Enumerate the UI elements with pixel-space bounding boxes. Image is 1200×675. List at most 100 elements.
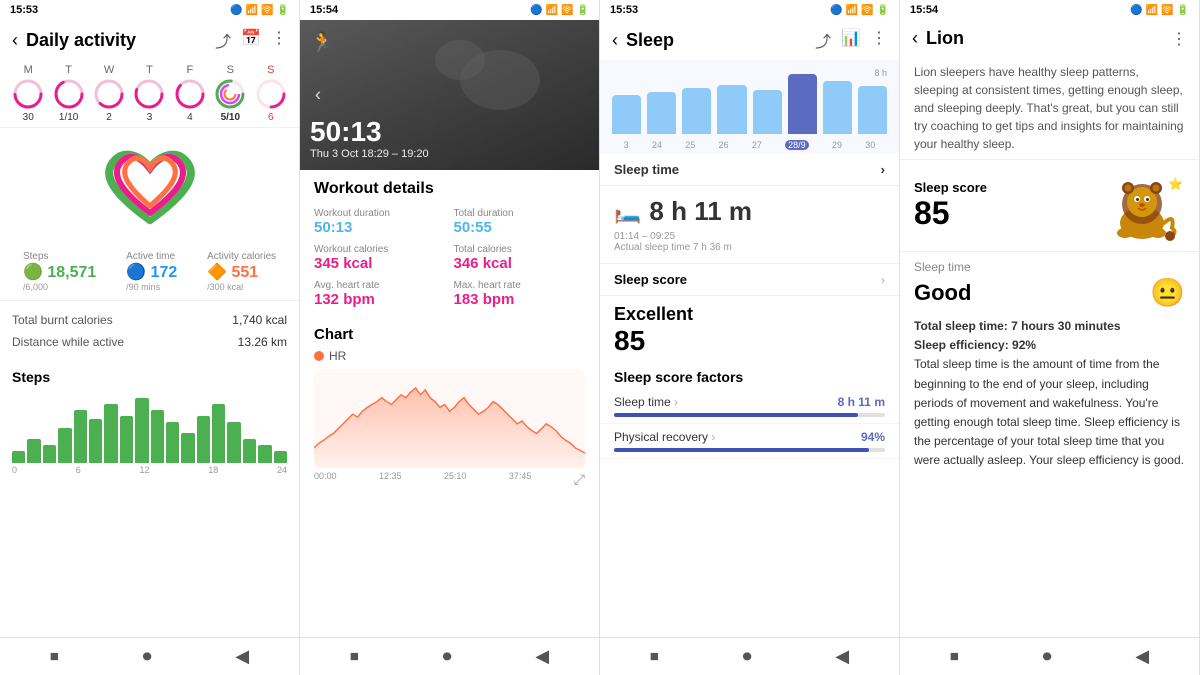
sleep-time-progress <box>614 413 885 417</box>
prev-workout[interactable]: ‹ <box>315 85 321 106</box>
bottom-nav-2: ⏹ ⏺ ◀ <box>300 637 599 675</box>
workout-datetime: Thu 3 Oct 18:29 – 19:20 <box>310 148 429 160</box>
sleep-bar-item[interactable] <box>823 81 852 134</box>
lion-description: Lion sleepers have healthy sleep pattern… <box>900 57 1199 159</box>
sleep-bar-item[interactable] <box>612 95 641 134</box>
battery-icon-4: 🔋 <box>1177 5 1189 16</box>
detail-total-calories: Total calories 346 kcal <box>454 244 586 272</box>
wifi-icon-3: 🛜 <box>861 5 873 16</box>
back-button-3[interactable]: ‹ <box>612 30 618 51</box>
sleep-bar-item[interactable] <box>682 88 711 134</box>
detail-avg-hr: Avg. heart rate 132 bpm <box>314 280 446 308</box>
home-button-2[interactable]: ⏺ <box>443 646 452 667</box>
stat-calories: Activity calories 🔶 551 /300 kcal <box>207 251 276 292</box>
chart-x-labels: 0 6 12 18 24 <box>12 463 287 475</box>
sleep-score-arrow: › <box>881 273 885 287</box>
steps-bar <box>12 451 25 463</box>
day-wed[interactable]: W 2 <box>93 64 125 123</box>
day-fri[interactable]: F 4 <box>174 64 206 123</box>
home-button-1[interactable]: ⏺ <box>143 646 152 667</box>
page-title-4: Lion <box>926 28 1163 49</box>
sleep-time-value-4: Good 😐 <box>914 276 1185 309</box>
next-workout[interactable]: › <box>598 85 599 106</box>
day-sun[interactable]: S 6 <box>255 64 287 123</box>
day-tue[interactable]: T 1/10 <box>53 64 85 123</box>
sleep-time-label-4: Sleep time <box>914 260 1185 274</box>
sleep-bar <box>612 95 641 134</box>
hr-chart-svg <box>314 369 585 469</box>
more-icon-3[interactable]: ⋮ <box>871 28 887 52</box>
share-icon[interactable]: ⤴ <box>215 28 231 52</box>
more-icon-4[interactable]: ⋮ <box>1171 29 1187 49</box>
stat-active-time: Active time 🔵 172 /90 mins <box>126 251 177 292</box>
status-time-3: 15:53 <box>610 4 638 16</box>
stop-button-2[interactable]: ⏹ <box>350 646 359 667</box>
sleep-8h-label: 8 h <box>874 68 887 78</box>
back-nav-3[interactable]: ◀ <box>835 646 849 667</box>
workout-run-icon: 🏃 <box>310 30 335 55</box>
workout-duration-display: 50:13 <box>310 116 429 148</box>
sleep-bar-item[interactable] <box>647 92 676 134</box>
day-monday[interactable]: M 30 <box>12 64 44 123</box>
stat-steps: Steps 🟢 18,571 /6,000 <box>23 251 96 292</box>
back-nav-2[interactable]: ◀ <box>535 646 549 667</box>
sleep-time-button[interactable]: Sleep time › <box>600 154 899 186</box>
back-nav-4[interactable]: ◀ <box>1135 646 1149 667</box>
steps-bar <box>166 422 179 463</box>
day-ring-monday <box>12 78 44 110</box>
day-sat[interactable]: S 5/10 <box>214 64 246 123</box>
sleep-bar <box>823 81 852 134</box>
bottom-nav-3: ⏹ ⏺ ◀ <box>600 637 899 675</box>
sleep-quality-label: Excellent <box>614 304 885 325</box>
hr-chart-area <box>314 369 585 469</box>
day-ring-sat <box>214 78 246 110</box>
wifi-icon-2: 🛜 <box>561 5 573 16</box>
day-ring-sun <box>255 78 287 110</box>
steps-bar <box>27 439 40 463</box>
header-actions-1: ⤴ 📅 ⋮ <box>215 28 287 52</box>
stop-button-3[interactable]: ⏹ <box>650 646 659 667</box>
chart-legend: HR <box>314 349 585 363</box>
legend-label-hr: HR <box>329 349 346 363</box>
sleep-emoji: 😐 <box>1150 276 1185 309</box>
info-rows: Total burnt calories 1,740 kcal Distance… <box>0 301 299 361</box>
steps-bar <box>74 410 87 463</box>
status-bar-3: 15:53 🔵 📶 🛜 🔋 <box>600 0 899 20</box>
bluetooth-icon-4: 🔵 <box>1130 5 1142 16</box>
stop-button-1[interactable]: ⏹ <box>50 646 59 667</box>
home-button-4[interactable]: ⏺ <box>1043 646 1052 667</box>
wifi-icon-4: 🛜 <box>1161 5 1173 16</box>
steps-bar <box>120 416 133 463</box>
wifi-icon: 🛜 <box>261 5 273 16</box>
back-button-1[interactable]: ‹ <box>12 30 18 51</box>
details-grid: Workout duration 50:13 Total duration 50… <box>314 208 585 308</box>
share-icon-3[interactable]: ⤴ <box>815 28 831 52</box>
detail-workout-calories: Workout calories 345 kcal <box>314 244 446 272</box>
panel-workout: 15:54 🔵 📶 🛜 🔋 🏃 ‹ › <box>300 0 600 675</box>
heart-rings-section <box>0 128 299 247</box>
back-button-4[interactable]: ‹ <box>912 28 918 49</box>
day-thu[interactable]: T 3 <box>133 64 165 123</box>
stats-row: Steps 🟢 18,571 /6,000 Active time 🔵 172 … <box>0 247 299 301</box>
distance-row: Distance while active 13.26 km <box>12 331 287 353</box>
status-icons-2: 🔵 📶 🛜 🔋 <box>530 5 589 16</box>
sleep-bar-item[interactable] <box>753 90 782 134</box>
bar-chart-icon-3[interactable]: 📊 <box>841 28 861 52</box>
sleep-time-quality: Good <box>914 280 971 306</box>
lion-mascot: ⭐ <box>1100 168 1185 243</box>
detail-workout-duration: Workout duration 50:13 <box>314 208 446 236</box>
steps-bar <box>181 433 194 463</box>
home-button-3[interactable]: ⏺ <box>743 646 752 667</box>
physical-recovery-progress <box>614 448 885 452</box>
back-nav-1[interactable]: ◀ <box>235 646 249 667</box>
stop-button-4[interactable]: ⏹ <box>950 646 959 667</box>
calendar-icon[interactable]: 📅 <box>241 28 261 52</box>
sleep-bar-item[interactable] <box>788 74 817 134</box>
status-time-1: 15:53 <box>10 4 38 16</box>
sleep-score-section[interactable]: Sleep score › <box>600 264 899 296</box>
more-icon[interactable]: ⋮ <box>271 28 287 52</box>
sleep-quality-section: Excellent 85 <box>600 296 899 361</box>
panel-daily-activity: 15:53 🔵 📶 🛜 🔋 ‹ Daily activity ⤴ 📅 ⋮ M 3… <box>0 0 300 675</box>
sleep-bar-item[interactable] <box>717 85 746 134</box>
sleep-bar-item[interactable] <box>858 86 887 134</box>
